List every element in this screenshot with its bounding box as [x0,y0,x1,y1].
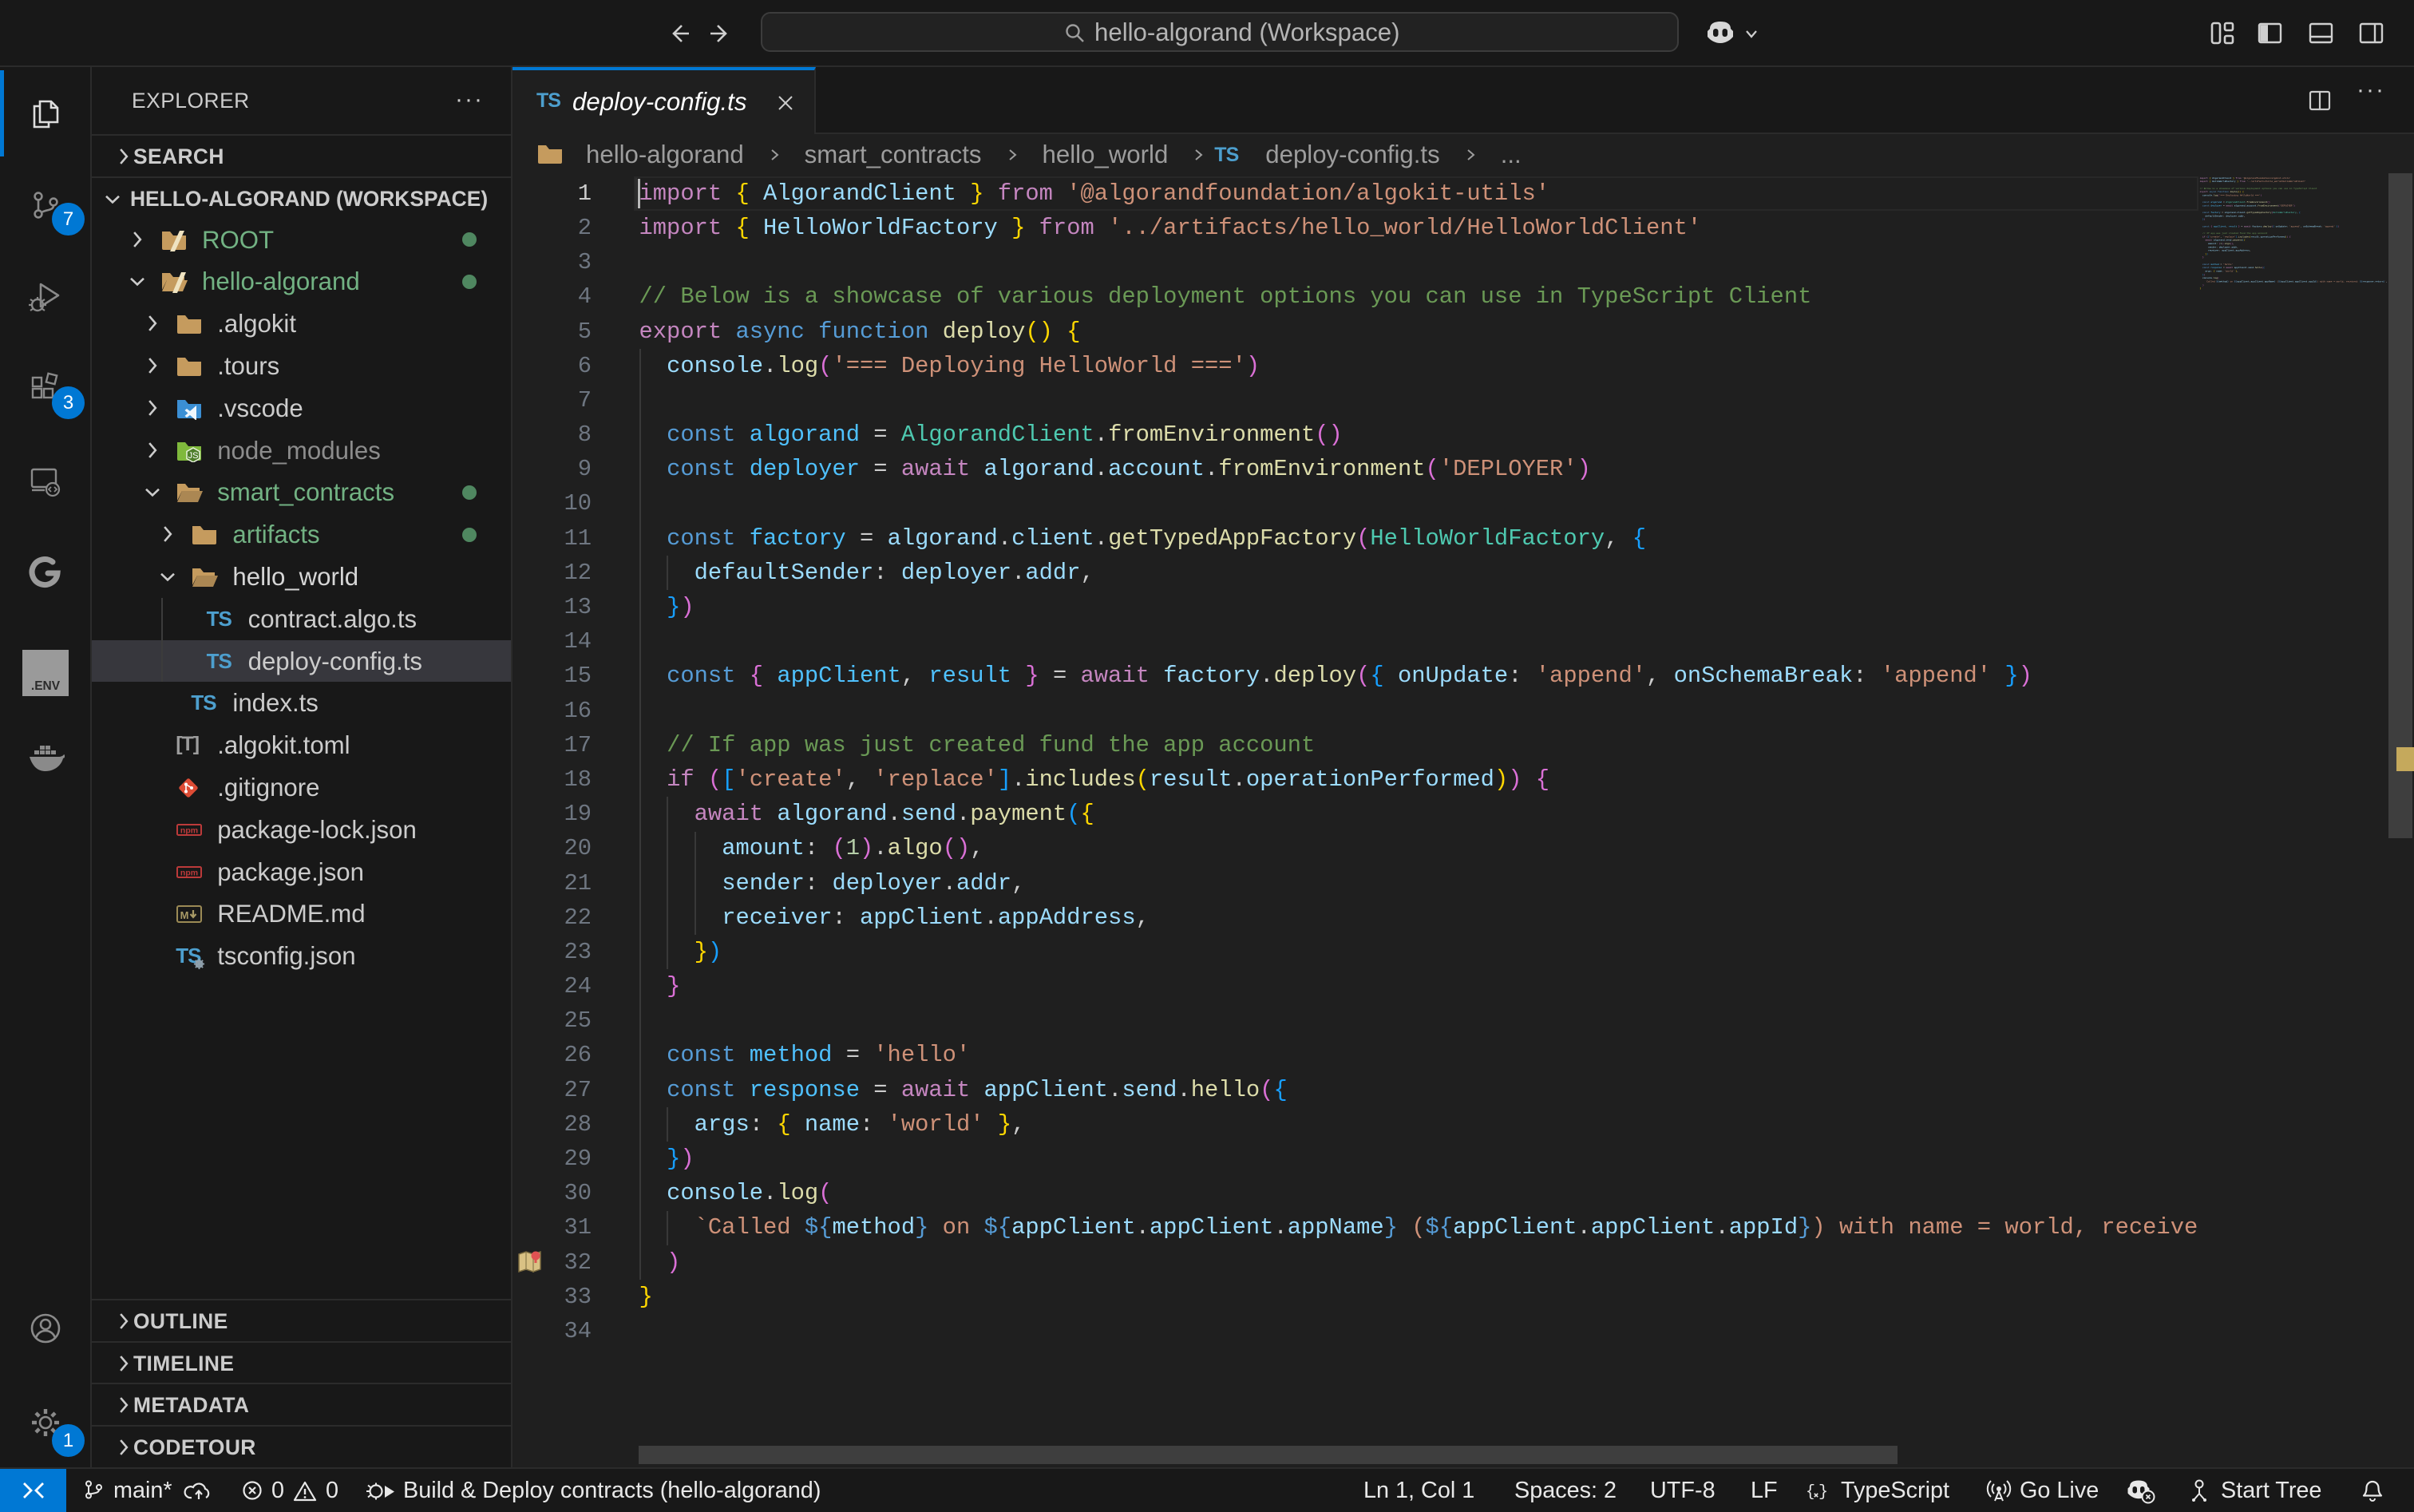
svg-text:.ENV: .ENV [31,679,61,693]
svg-text:}: } [1818,1483,1828,1502]
svg-text:M: M [180,909,189,921]
svg-text:JS: JS [188,451,199,461]
svg-text:npm: npm [180,825,198,835]
svg-text:npm: npm [180,868,198,877]
